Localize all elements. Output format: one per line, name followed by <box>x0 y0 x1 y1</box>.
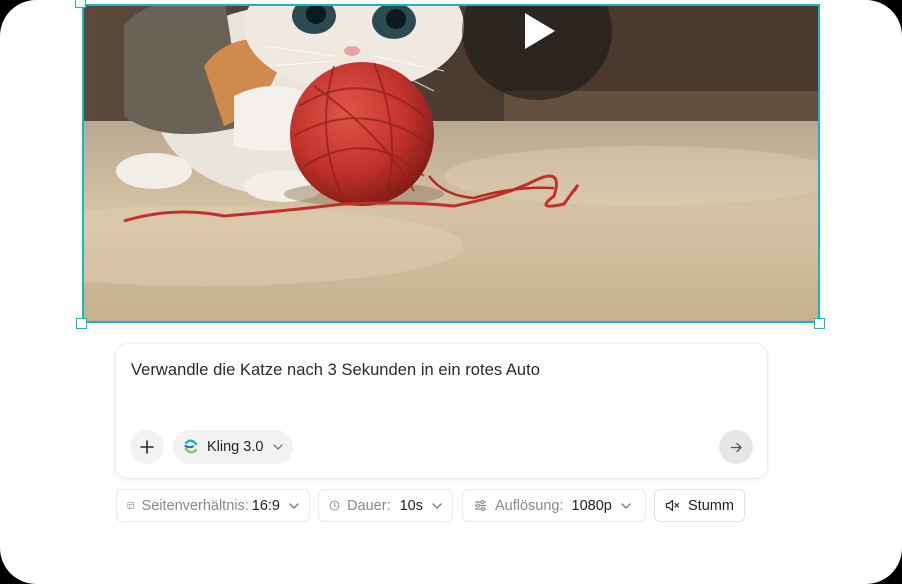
aspect-ratio-selector[interactable]: Seitenverhältnis: 16:9 <box>116 489 310 522</box>
arrow-right-icon <box>730 442 742 452</box>
prompt-input[interactable]: Verwandle die Katze nach 3 Sekunden in e… <box>131 361 540 380</box>
resolution-value: 1080p <box>571 497 612 514</box>
chevron-down-icon <box>289 502 299 509</box>
duration-label: Dauer: <box>347 497 391 514</box>
mute-label: Stumm <box>688 497 734 514</box>
chevron-down-icon <box>621 502 631 509</box>
mute-toggle[interactable]: Stumm <box>654 489 745 522</box>
model-label: Kling 3.0 <box>207 439 264 455</box>
model-selector[interactable]: Kling 3.0 <box>173 430 293 464</box>
aspect-ratio-label: Seitenverhältnis: <box>141 497 249 514</box>
video-preview[interactable] <box>82 4 820 323</box>
send-button[interactable] <box>719 430 753 464</box>
duration-value: 10s <box>399 497 423 514</box>
clock-icon <box>329 500 340 511</box>
resize-handle-top-left[interactable] <box>75 0 86 8</box>
aspect-ratio-value: 16:9 <box>251 497 280 514</box>
prompt-box[interactable]: Verwandle die Katze nach 3 Sekunden in e… <box>116 344 767 478</box>
plus-icon <box>140 440 154 454</box>
chevron-down-icon <box>273 444 284 450</box>
app-card: Verwandle die Katze nach 3 Sekunden in e… <box>0 0 902 584</box>
speaker-muted-icon <box>665 499 680 512</box>
resize-handle-bottom-left[interactable] <box>76 318 87 329</box>
video-frame-image <box>84 6 818 321</box>
add-attachment-button[interactable] <box>130 430 164 464</box>
aspect-ratio-icon <box>127 502 135 509</box>
resize-handle-bottom-right[interactable] <box>814 318 825 329</box>
resolution-selector[interactable]: Auflösung: 1080p <box>462 489 646 522</box>
play-icon <box>525 13 555 49</box>
resolution-label: Auflösung: <box>495 497 564 514</box>
chevron-down-icon <box>432 502 442 509</box>
sliders-icon <box>475 499 486 512</box>
kling-logo-icon <box>184 439 198 454</box>
duration-selector[interactable]: Dauer: 10s <box>318 489 453 522</box>
